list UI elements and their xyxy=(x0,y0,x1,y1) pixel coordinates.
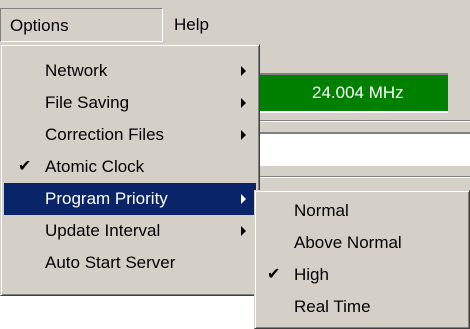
menu-item-label: Auto Start Server xyxy=(45,253,176,272)
menu-item-label: High xyxy=(294,265,329,284)
frequency-display: 24.004 MHz xyxy=(258,73,448,113)
menu-item-file-saving[interactable]: File Saving xyxy=(4,87,256,119)
menu-item-priority-real-time[interactable]: Real Time xyxy=(258,291,466,323)
menu-options[interactable]: Options xyxy=(0,8,163,42)
submenu-arrow-icon xyxy=(241,98,246,108)
submenu-arrow-icon xyxy=(241,130,246,140)
background-text-field[interactable] xyxy=(258,132,470,166)
menu-item-label: Atomic Clock xyxy=(45,157,145,176)
menu-item-priority-above-normal[interactable]: Above Normal xyxy=(258,227,466,259)
menu-item-label: Network xyxy=(45,61,108,80)
background-separator xyxy=(258,120,470,122)
program-priority-submenu: Normal Above Normal ✔ High Real Time xyxy=(254,190,470,329)
menu-item-label: Above Normal xyxy=(294,233,402,252)
menu-item-auto-start-server[interactable]: Auto Start Server xyxy=(4,247,256,279)
menu-item-label: Update Interval xyxy=(45,221,161,240)
menu-item-correction-files[interactable]: Correction Files xyxy=(4,119,256,151)
background-separator xyxy=(258,176,470,178)
menu-item-priority-normal[interactable]: Normal xyxy=(258,195,466,227)
checkmark-icon: ✔ xyxy=(18,158,32,175)
menu-item-label: File Saving xyxy=(45,93,130,112)
menu-item-network[interactable]: Network xyxy=(4,55,256,87)
menu-item-update-interval[interactable]: Update Interval xyxy=(4,215,256,247)
menu-item-label: Normal xyxy=(294,201,349,220)
menu-item-label: Program Priority xyxy=(45,189,168,208)
app-window-lower-area xyxy=(0,296,258,329)
menu-item-label: Correction Files xyxy=(45,125,165,144)
submenu-arrow-icon xyxy=(241,226,246,236)
menu-item-label: Real Time xyxy=(294,297,371,316)
menu-item-program-priority[interactable]: Program Priority xyxy=(4,183,256,215)
menu-bar: Options Help xyxy=(0,0,470,42)
options-menu: Network File Saving Correction Files ✔ A… xyxy=(0,44,260,296)
submenu-arrow-icon xyxy=(241,194,246,204)
menu-item-atomic-clock[interactable]: ✔ Atomic Clock xyxy=(4,151,256,183)
checkmark-icon: ✔ xyxy=(267,266,281,283)
submenu-arrow-icon xyxy=(241,66,246,76)
menu-help[interactable]: Help xyxy=(166,8,217,40)
menu-item-priority-high[interactable]: ✔ High xyxy=(258,259,466,291)
